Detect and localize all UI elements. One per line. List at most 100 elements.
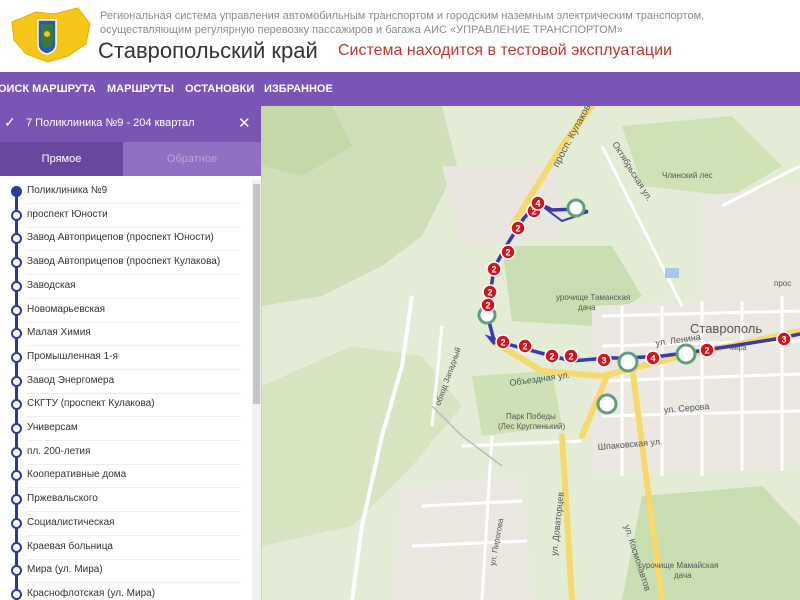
stop-list-item[interactable]: Поликлиника №9 <box>0 180 250 204</box>
stop-list-item[interactable]: пл. 200-летия <box>0 441 250 465</box>
stop-label: Новомарьевская <box>27 303 106 315</box>
route-map[interactable]: просп. Кулакова Октябрьская ул. Члинский… <box>262 106 800 600</box>
stop-marker[interactable] <box>617 351 639 373</box>
stop-list-item[interactable]: Завод Энергомера <box>0 370 250 394</box>
stop-list-item[interactable]: СКГТУ (проспект Кулакова) <box>0 393 250 418</box>
check-icon[interactable]: ✓ <box>4 114 16 131</box>
cluster-count: 2 <box>568 352 573 362</box>
stop-list-item[interactable]: Малая Химия <box>0 322 250 347</box>
stop-cluster-marker[interactable]: 2 <box>486 261 502 277</box>
system-subtitle-line2: осуществляющим регулярную перевозку пасс… <box>100 24 623 36</box>
map-label-prosp-cut: прос <box>774 279 791 288</box>
stop-marker[interactable] <box>566 198 586 218</box>
stop-cluster-marker[interactable]: 2 <box>563 348 579 364</box>
map-label-mamayskaya-2: дача <box>674 571 692 580</box>
stop-label: СКГТУ (проспект Кулакова) <box>27 398 155 410</box>
stop-label: Пржевальского <box>27 493 98 505</box>
stop-list-item[interactable]: Кооперативные дома <box>0 464 250 489</box>
stop-cluster-marker[interactable]: 4 <box>530 195 546 211</box>
stop-marker[interactable] <box>675 343 697 365</box>
stop-label: пл. 200-летия <box>27 445 91 457</box>
nav-route-search[interactable]: оиск маршрута <box>0 83 96 95</box>
stop-dot-icon <box>11 399 22 411</box>
tab-forward-direction[interactable]: Прямое <box>0 142 123 176</box>
stop-cluster-marker[interactable]: 2 <box>482 284 498 300</box>
stop-label: Завод Энергомера <box>27 374 115 386</box>
map-label-park-pobedy-2: (Лес Кругленький) <box>498 422 565 431</box>
stop-dot-icon <box>11 470 22 482</box>
stop-list-item[interactable]: Краевая больница <box>0 536 250 560</box>
nav-stops[interactable]: Остановки <box>185 83 254 95</box>
direction-tabs: Прямое Обратное <box>0 142 261 176</box>
stop-label: Мира (ул. Мира) <box>27 564 103 576</box>
map-canvas[interactable]: просп. Кулакова Октябрьская ул. Члинский… <box>262 106 800 600</box>
scrollbar-thumb[interactable] <box>253 184 260 404</box>
stop-label: Социалистическая <box>27 516 115 528</box>
stop-list-item[interactable]: Социалистическая <box>0 512 250 536</box>
stop-list: Поликлиника №9 проспект Юности Завод Автоп… <box>0 180 252 600</box>
stop-dot-icon <box>11 328 22 340</box>
map-label-park-pobedy-1: Парк Победы <box>506 412 556 421</box>
page-header: Региональная система управления автомоби… <box>0 0 800 72</box>
cluster-count: 2 <box>549 352 554 362</box>
stop-cluster-marker[interactable]: 3 <box>596 352 612 368</box>
stop-label: Универсам <box>27 422 78 433</box>
stop-list-item[interactable]: Новомарьевская <box>0 299 250 323</box>
stop-list-item[interactable]: проспект Юности <box>0 204 250 228</box>
stavropol-coat-of-arms-icon[interactable] <box>8 4 93 66</box>
stop-cluster-marker[interactable]: 2 <box>495 334 511 350</box>
stop-cluster-marker[interactable]: 2 <box>699 342 715 358</box>
map-label-chlinsky-les: Члинский лес <box>662 171 713 180</box>
stop-list-item[interactable]: Заводская <box>0 275 250 299</box>
cluster-count: 2 <box>522 342 527 352</box>
stop-dot-icon <box>11 233 22 245</box>
stop-cluster-marker[interactable]: 2 <box>510 220 526 236</box>
stop-cluster-marker[interactable]: 4 <box>645 350 661 366</box>
stop-dot-icon <box>11 351 22 363</box>
cluster-count: 3 <box>601 356 606 366</box>
stop-cluster-marker[interactable]: 2 <box>517 338 533 354</box>
stop-list-scrollbar[interactable] <box>252 180 261 600</box>
stop-dot-icon <box>11 209 22 221</box>
stop-list-item[interactable]: Мира (ул. Мира) <box>0 559 250 584</box>
stop-label: Завод Автоприцепов (проспект Кулакова) <box>27 256 221 268</box>
stop-cluster-marker[interactable]: 2 <box>544 348 560 364</box>
close-icon[interactable]: ✕ <box>238 114 251 132</box>
stop-cluster-marker[interactable]: 2 <box>480 297 496 313</box>
map-label-tamanskaya-2: дача <box>578 303 596 312</box>
system-subtitle-line1: Региональная система управления автомоби… <box>100 10 705 22</box>
test-mode-notice: Система находится в тестовой эксплуатаци… <box>338 42 672 59</box>
map-label-mira-cut: мира <box>730 345 747 352</box>
stop-cluster-marker[interactable]: 2 <box>500 244 516 260</box>
tab-reverse-direction[interactable]: Обратное <box>123 142 261 176</box>
stop-dot-icon <box>11 423 22 434</box>
stop-list-item[interactable]: Промышленная 1-я <box>0 346 250 370</box>
route-sidebar: ✓ 7 Поликлиника №9 - 204 квартал ✕ Прямо… <box>0 106 262 600</box>
stop-label: Поликлиника №9 <box>27 185 108 196</box>
stop-dot-icon <box>11 446 22 458</box>
stop-label: Краснофлотская (ул. Мира) <box>27 587 156 599</box>
stop-label: Малая Химия <box>27 327 91 339</box>
stop-dot-icon <box>11 375 22 387</box>
cluster-count: 4 <box>650 354 655 364</box>
stop-list-item[interactable]: Универсам <box>0 417 250 441</box>
cluster-count: 2 <box>485 301 490 311</box>
map-label-stavropol: Ставрополь <box>690 321 762 336</box>
stop-dot-icon <box>11 186 22 197</box>
stop-dot-icon <box>11 494 22 506</box>
stop-list-item[interactable]: Завод Автоприцепов (проспект Юности) <box>0 227 250 252</box>
stop-label: Промышленная 1-я <box>27 350 118 362</box>
stop-cluster-marker[interactable]: 3 <box>776 331 792 347</box>
stop-label: Заводская <box>27 279 76 291</box>
cluster-count: 3 <box>781 335 786 345</box>
stop-label: Кооперативные дома <box>27 469 127 481</box>
nav-favorites[interactable]: Избранное <box>264 83 333 95</box>
route-name: 7 Поликлиника №9 - 204 квартал <box>26 117 195 129</box>
stop-list-item[interactable]: Краснофлотская (ул. Мира) <box>0 583 250 600</box>
stop-marker[interactable] <box>596 393 618 415</box>
nav-routes[interactable]: Маршруты <box>107 83 174 95</box>
stop-list-item[interactable]: Завод Автоприцепов (проспект Кулакова) <box>0 251 250 276</box>
stop-list-item[interactable]: Пржевальского <box>0 488 250 513</box>
stop-dot-icon <box>11 280 22 292</box>
stop-label: Краевая больница <box>27 540 113 552</box>
